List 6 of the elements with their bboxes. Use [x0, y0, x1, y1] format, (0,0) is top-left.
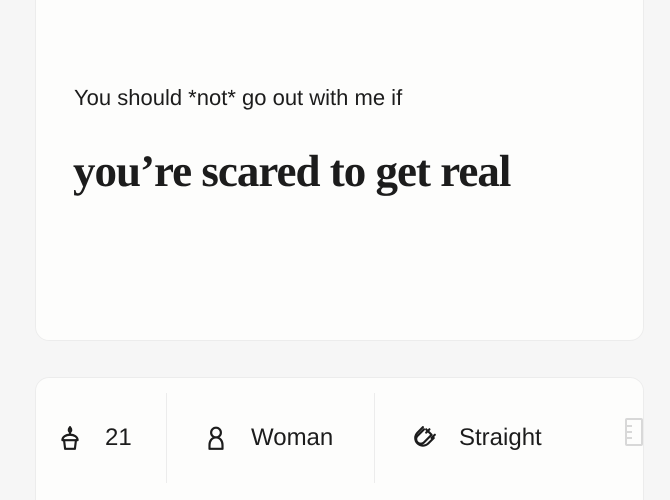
ruler-icon: [624, 418, 643, 446]
prompt-label: You should *not* go out with me if: [74, 87, 402, 109]
vital-label: 21: [105, 423, 132, 453]
vital-label: Straight: [459, 423, 542, 453]
prompt-answer: you’re scared to get real: [73, 149, 510, 194]
vital-label: Woman: [251, 423, 334, 453]
